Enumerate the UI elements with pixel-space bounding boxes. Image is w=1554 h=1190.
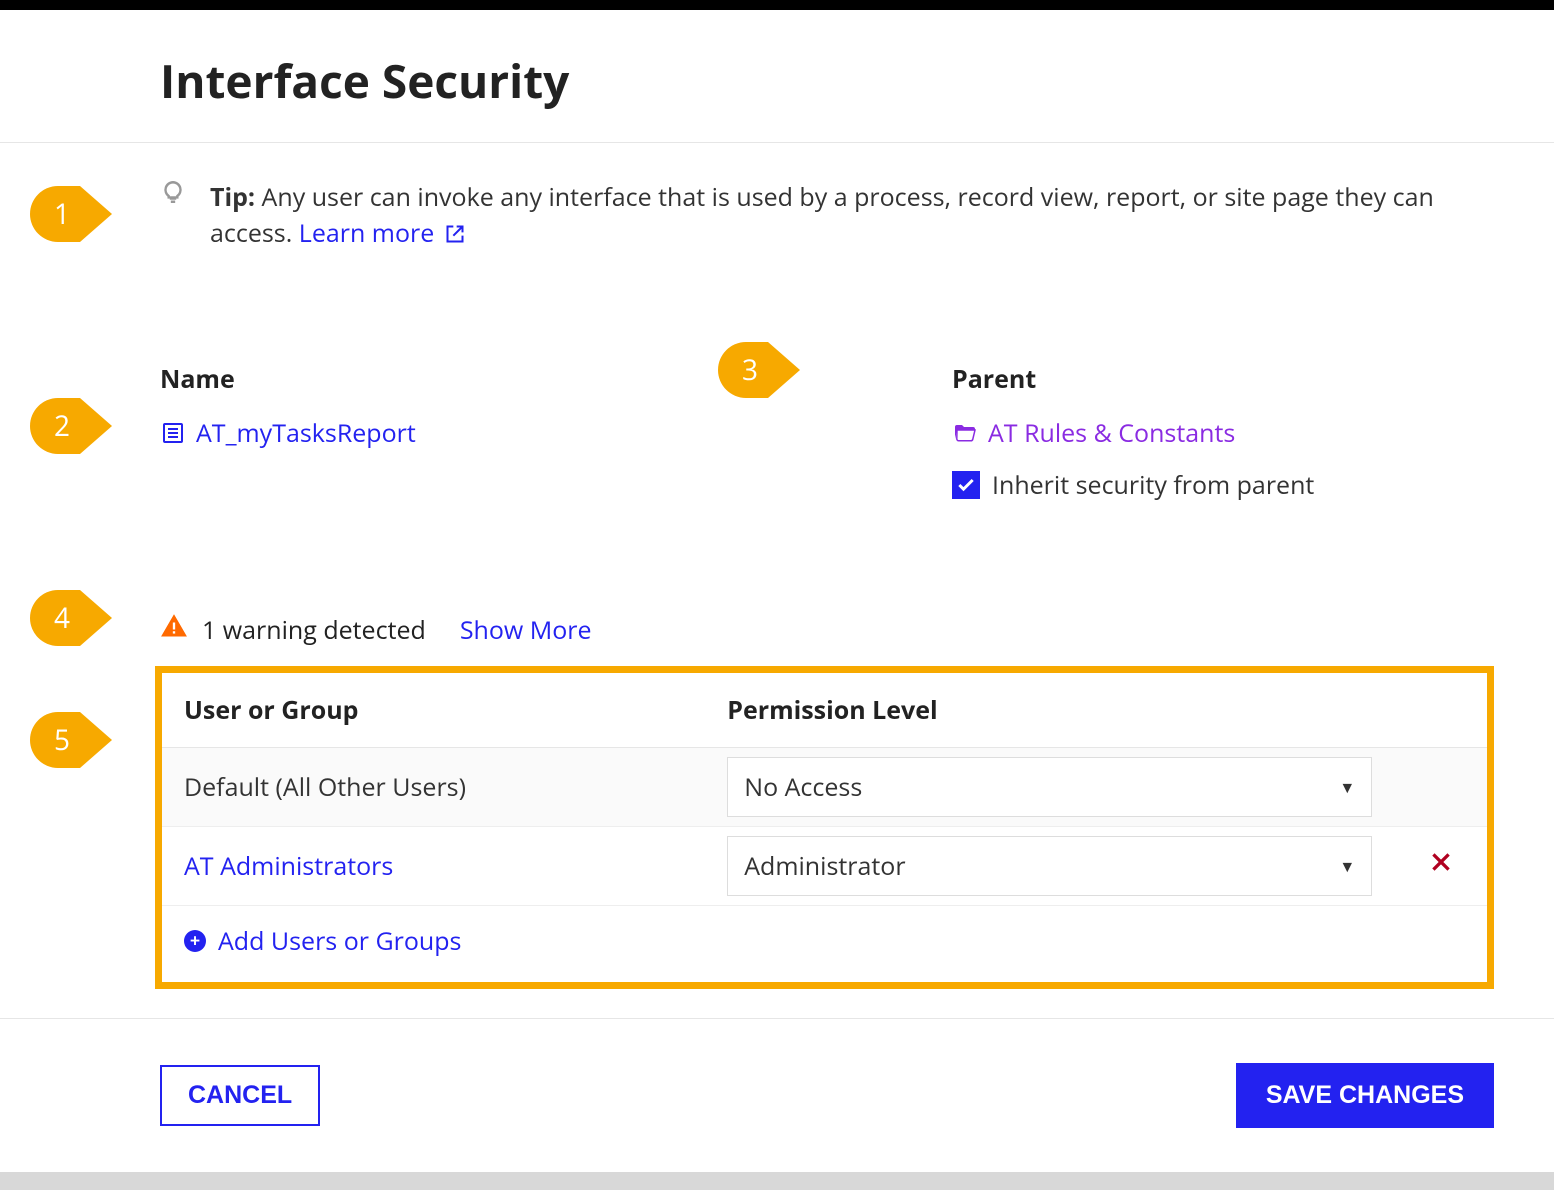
callout-3-label: 3 <box>742 351 758 389</box>
callout-4-label: 4 <box>54 599 70 637</box>
warning-text: 1 warning detected <box>202 613 426 647</box>
add-users-label: Add Users or Groups <box>218 924 461 958</box>
folder-open-icon <box>952 420 978 446</box>
add-users-row: + Add Users or Groups <box>162 905 1487 982</box>
learn-more-label: Learn more <box>299 216 434 250</box>
tip-label: Tip: <box>210 180 255 214</box>
callout-4: 4 <box>30 590 112 646</box>
permission-select[interactable]: No Access ▼ <box>727 757 1372 817</box>
user-group-link[interactable]: AT Administrators <box>184 835 393 897</box>
close-icon <box>1428 849 1454 875</box>
user-group-name: Default (All Other Users) <box>184 756 466 818</box>
tip-text: Tip: Any user can invoke any interface t… <box>210 179 1494 252</box>
parent-label: Parent <box>952 362 1494 396</box>
remove-row-button[interactable] <box>1394 826 1487 905</box>
chevron-down-icon: ▼ <box>1339 855 1355 877</box>
parent-field-section: Parent AT Rules & Constants Inherit secu… <box>952 362 1494 502</box>
callout-5: 5 <box>30 712 112 768</box>
learn-more-link[interactable]: Learn more <box>299 216 465 250</box>
permissions-table-wrapper: User or Group Permission Level Default (… <box>155 666 1494 989</box>
interface-name-text: AT_myTasksReport <box>196 416 416 450</box>
external-link-icon <box>445 224 465 244</box>
inherit-security-label: Inherit security from parent <box>992 468 1314 502</box>
inherit-security-checkbox[interactable] <box>952 471 980 499</box>
lightbulb-icon <box>160 179 186 205</box>
name-label: Name <box>160 362 702 396</box>
plus-icon: + <box>184 930 206 952</box>
add-users-or-groups-link[interactable]: + Add Users or Groups <box>184 924 1465 958</box>
permission-value: No Access <box>744 770 862 804</box>
table-row: Default (All Other Users) No Access ▼ <box>162 747 1487 826</box>
name-field-section: Name AT_myTasksReport <box>160 362 702 502</box>
col-user-or-group: User or Group <box>162 673 705 748</box>
warning-icon <box>160 612 188 648</box>
interface-name-link[interactable]: AT_myTasksReport <box>160 416 702 450</box>
footer: CANCEL SAVE CHANGES <box>0 1018 1554 1128</box>
warning-row: 1 warning detected Show More <box>0 502 1554 648</box>
interface-icon <box>160 420 186 446</box>
callout-3: 3 <box>718 342 800 398</box>
permission-select[interactable]: Administrator ▼ <box>727 836 1372 896</box>
cancel-button[interactable]: CANCEL <box>160 1065 320 1126</box>
parent-folder-link[interactable]: AT Rules & Constants <box>952 416 1494 450</box>
callout-1: 1 <box>30 186 112 242</box>
parent-folder-text: AT Rules & Constants <box>988 416 1235 450</box>
table-row: AT Administrators Administrator ▼ <box>162 826 1487 905</box>
bottom-shadow <box>0 1172 1554 1190</box>
callout-2: 2 <box>30 398 112 454</box>
permissions-table: User or Group Permission Level Default (… <box>162 673 1487 982</box>
callout-1-label: 1 <box>54 195 70 233</box>
check-icon <box>956 475 976 495</box>
save-changes-button[interactable]: SAVE CHANGES <box>1236 1063 1494 1128</box>
callout-5-label: 5 <box>54 721 70 759</box>
tip-section: Tip: Any user can invoke any interface t… <box>0 143 1554 252</box>
callout-2-label: 2 <box>54 407 70 445</box>
col-actions <box>1394 673 1487 748</box>
page-title: Interface Security <box>0 10 1554 142</box>
permission-value: Administrator <box>744 849 905 883</box>
show-more-link[interactable]: Show More <box>460 613 592 647</box>
col-permission-level: Permission Level <box>705 673 1394 748</box>
chevron-down-icon: ▼ <box>1339 776 1355 798</box>
